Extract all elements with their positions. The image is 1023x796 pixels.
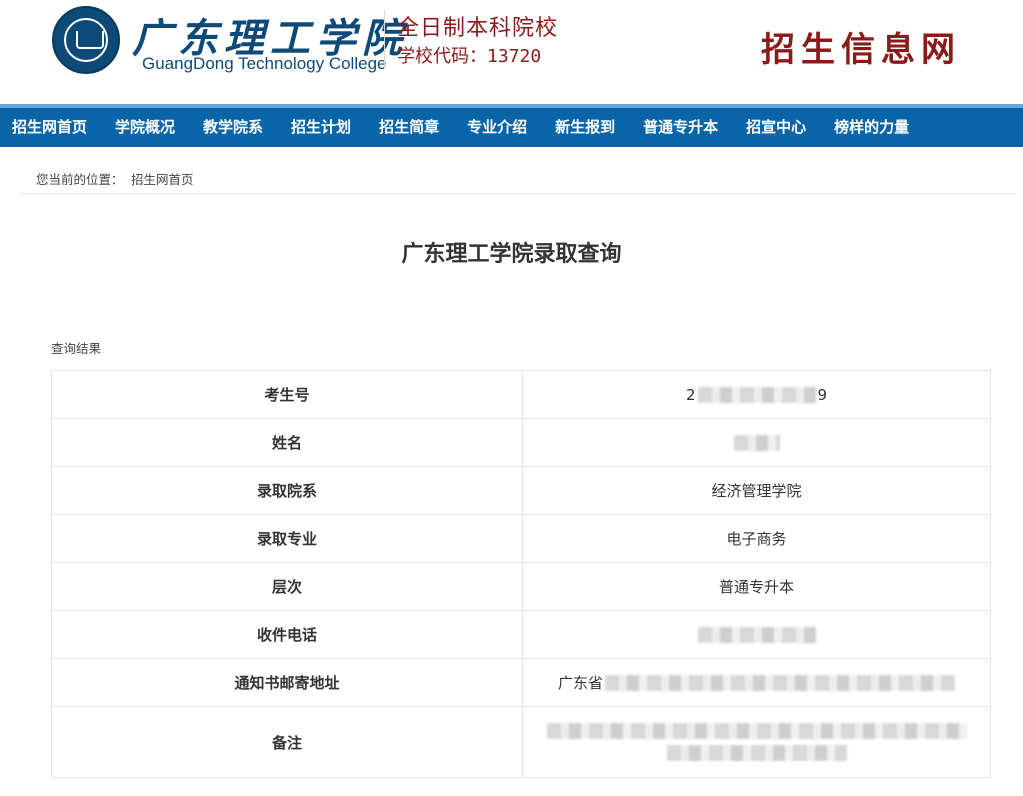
row-value-phone [522,610,991,659]
nav-item-majors[interactable]: 专业介绍 [455,108,543,147]
school-name-en: GuangDong Technology College [142,54,387,73]
header-divider [384,10,385,68]
table-row: 备注 [51,706,991,778]
table-row: 姓名 [51,418,991,467]
row-label-exam-number: 考生号 [51,370,523,419]
row-value-level: 普通专升本 [522,562,991,611]
nav-item-brochure[interactable]: 招生简章 [367,108,455,147]
row-value-department: 经济管理学院 [522,466,991,515]
row-value-mailing-address: 广东省 [522,658,991,707]
row-label-level: 层次 [51,562,523,611]
row-value-major: 电子商务 [522,514,991,563]
remarks-lines [524,723,990,761]
address-prefix: 广东省 [557,674,603,692]
row-value-exam-number: 2 9 [522,370,991,419]
main-nav: 招生网首页 学院概况 教学院系 招生计划 招生简章 专业介绍 新生报到 普通专升… [0,104,1023,147]
nav-item-plan[interactable]: 招生计划 [279,108,367,147]
redacted-block [733,435,780,451]
exam-number-prefix: 2 [685,385,696,404]
row-label-phone: 收件电话 [51,610,523,659]
table-row: 录取专业 电子商务 [51,514,991,563]
row-label-major: 录取专业 [51,514,523,563]
breadcrumb: 您当前的位置： 招生网首页 [20,163,1016,194]
portal-title: 招生信息网 [761,30,961,70]
result-label: 查询结果 [51,341,102,356]
table-row: 考生号 2 9 [51,370,991,419]
redacted-block [697,627,816,643]
table-row: 收件电话 [51,610,991,659]
page-title: 广东理工学院录取查询 [401,242,622,267]
row-label-name: 姓名 [51,418,523,467]
table-row: 通知书邮寄地址 广东省 [51,658,991,707]
row-label-department: 录取院系 [51,466,523,515]
nav-item-upgrade[interactable]: 普通专升本 [631,108,734,147]
table-row: 层次 普通专升本 [51,562,991,611]
nav-item-registration[interactable]: 新生报到 [543,108,631,147]
redacted-block [697,386,816,403]
nav-item-publicity[interactable]: 招宣中心 [734,108,822,147]
nav-item-departments[interactable]: 教学院系 [191,108,279,147]
row-label-remarks: 备注 [51,706,523,778]
nav-item-role-models[interactable]: 榜样的力量 [822,108,925,147]
table-row: 录取院系 经济管理学院 [51,466,991,515]
row-label-mailing-address: 通知书邮寄地址 [51,658,523,707]
school-logo[interactable] [52,6,120,74]
breadcrumb-link-home[interactable]: 招生网首页 [131,169,194,188]
nav-item-home[interactable]: 招生网首页 [0,108,103,147]
school-type-tagline: 全日制本科院校 [397,16,559,41]
redacted-block [546,723,967,739]
breadcrumb-prefix: 您当前的位置： [36,172,124,187]
site-header: 广东理工学院 GuangDong Technology College 全日制本… [0,0,1023,104]
row-value-remarks [522,706,991,778]
nav-item-about[interactable]: 学院概况 [103,108,191,147]
school-code: 学校代码：13720 [397,46,542,67]
redacted-block [605,674,955,691]
book-icon [76,31,104,49]
exam-number-suffix: 9 [817,385,828,404]
row-value-name [522,418,991,467]
redacted-block [666,745,847,761]
result-table: 考生号 2 9 姓名 录取院系 经济管理学院 录取专业 电子商务 层次 普通专升… [51,370,991,778]
